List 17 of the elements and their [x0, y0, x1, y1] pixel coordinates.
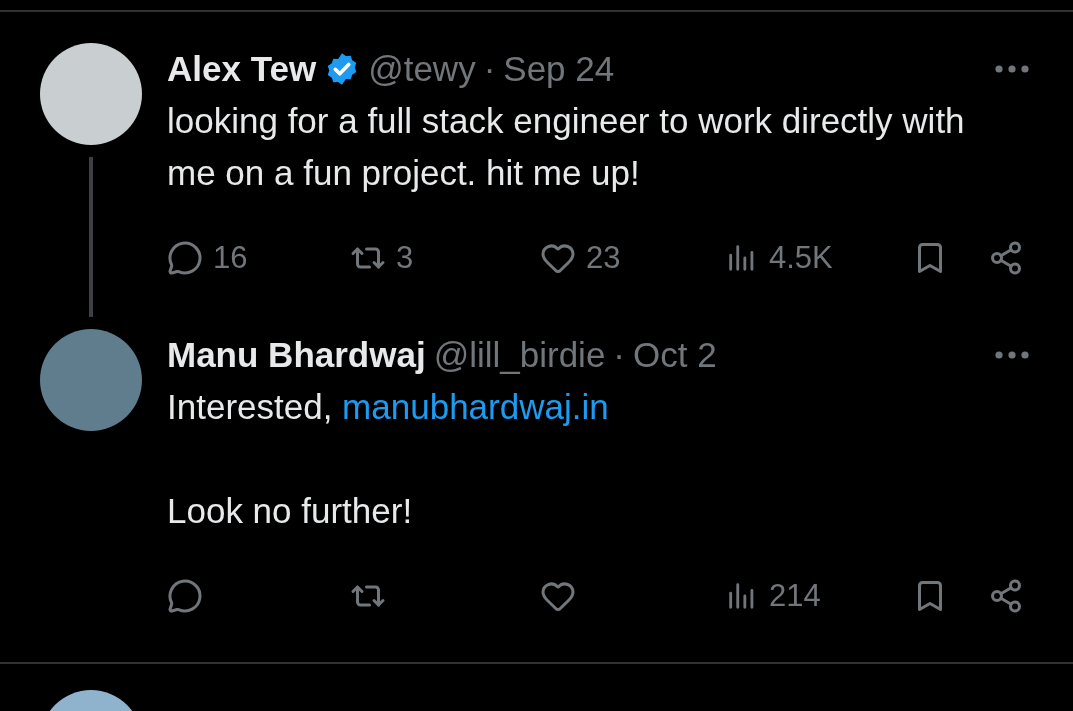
post-date[interactable]: Sep 24: [503, 49, 615, 89]
like-button[interactable]: 23: [540, 240, 725, 276]
post-text: Interested, manubhardwaj.in: [167, 386, 610, 428]
author-handle[interactable]: @tewy: [368, 49, 476, 89]
author-handle[interactable]: @lill_birdie: [433, 335, 606, 375]
post-text: looking for a full stack engineer to work directly with me on a fun project. hit me up!: [167, 100, 966, 194]
author-name[interactable]: Manu Bhardwaj: [167, 335, 426, 375]
separator-dot: ·: [613, 335, 625, 375]
views-button[interactable]: 4.5K: [725, 240, 912, 276]
separator-dot: ·: [483, 49, 496, 89]
post-text: Look no further!: [167, 490, 414, 532]
author-name[interactable]: Alex Tew: [167, 49, 317, 89]
retweet-button[interactable]: 3: [350, 240, 540, 276]
website-link[interactable]: manubhardwaj.in: [342, 387, 609, 426]
reply-button[interactable]: 16: [167, 240, 350, 276]
views-button[interactable]: 214: [725, 578, 912, 614]
post-date[interactable]: Oct 2: [633, 335, 717, 375]
